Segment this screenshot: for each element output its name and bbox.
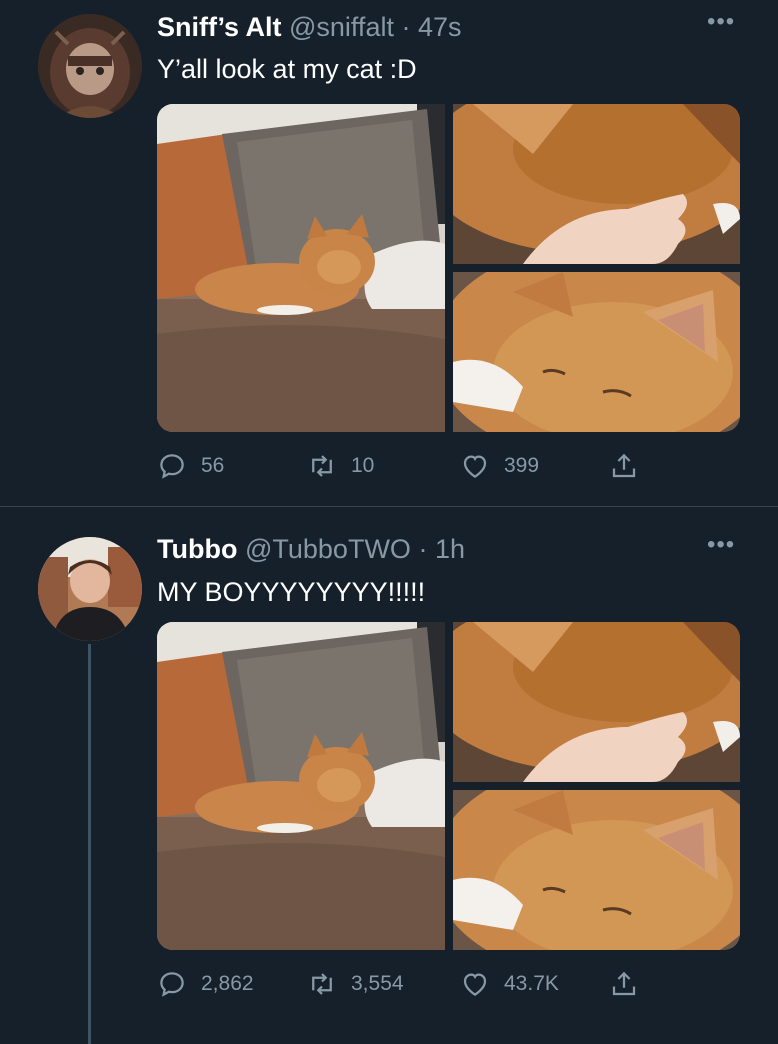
tweet-text: Y’all look at my cat :D	[157, 54, 417, 84]
heart-icon	[463, 973, 487, 996]
separator-dot: ·	[418, 534, 428, 564]
separator-dot: ·	[401, 12, 411, 42]
handle[interactable]: @sniffalt	[289, 12, 394, 42]
retweet-button[interactable]: 3,554	[307, 964, 404, 1004]
tweet-text: MY BOYYYYYYYY!!!!!	[157, 577, 426, 607]
heart-icon	[463, 455, 487, 478]
more-options-icon[interactable]: •••	[707, 531, 735, 559]
tweet-2[interactable]: Tubbo @TubboTWO · 1h ••• MY BOYYYYYYYY!!…	[0, 507, 778, 1044]
retweet-arrows-icon	[312, 455, 332, 477]
display-name[interactable]: Sniff’s Alt	[157, 12, 281, 42]
share-button[interactable]	[609, 964, 653, 1004]
media-grid	[157, 622, 740, 950]
reply-count: 2,862	[201, 972, 254, 995]
like-count: 399	[504, 454, 540, 477]
reply-bubble-icon	[160, 454, 184, 479]
action-bar: 2,862 3,554 43.7K	[157, 964, 740, 1004]
share-upload-icon	[612, 453, 636, 478]
retweet-count: 10	[351, 454, 375, 477]
cat-face-photo[interactable]	[453, 272, 740, 432]
retweet-button[interactable]: 10	[307, 446, 374, 486]
tweet-header: Sniff’s Alt @sniffalt · 47s	[157, 10, 462, 44]
thread-line	[88, 644, 91, 1044]
timestamp[interactable]: 1h	[435, 534, 465, 564]
like-count: 43.7K	[504, 972, 559, 995]
avatar[interactable]	[38, 537, 142, 641]
media-grid	[157, 104, 740, 432]
reply-count: 56	[201, 454, 225, 477]
share-button[interactable]	[609, 446, 653, 486]
tweet-1[interactable]: Sniff’s Alt @sniffalt · 47s ••• Y’all lo…	[0, 0, 778, 506]
cat-face-photo[interactable]	[453, 790, 740, 950]
display-name[interactable]: Tubbo	[157, 534, 237, 564]
retweet-arrows-icon	[312, 973, 332, 995]
tweet-header: Tubbo @TubboTWO · 1h	[157, 532, 465, 566]
reply-button[interactable]: 56	[157, 446, 224, 486]
timestamp[interactable]: 47s	[418, 12, 462, 42]
cat-with-hand-photo[interactable]	[453, 104, 740, 264]
handle[interactable]: @TubboTWO	[245, 534, 411, 564]
avatar[interactable]	[38, 14, 142, 118]
reply-bubble-icon	[160, 972, 184, 997]
cat-with-hand-photo[interactable]	[453, 622, 740, 782]
share-upload-icon	[612, 971, 636, 996]
action-bar: 56 10 399	[157, 446, 740, 486]
cat-on-couch-photo[interactable]	[157, 104, 445, 432]
reply-button[interactable]: 2,862	[157, 964, 254, 1004]
retweet-count: 3,554	[351, 972, 404, 995]
more-options-icon[interactable]: •••	[707, 8, 735, 36]
cat-on-couch-photo[interactable]	[157, 622, 445, 950]
like-button[interactable]: 399	[460, 446, 539, 486]
like-button[interactable]: 43.7K	[460, 964, 559, 1004]
